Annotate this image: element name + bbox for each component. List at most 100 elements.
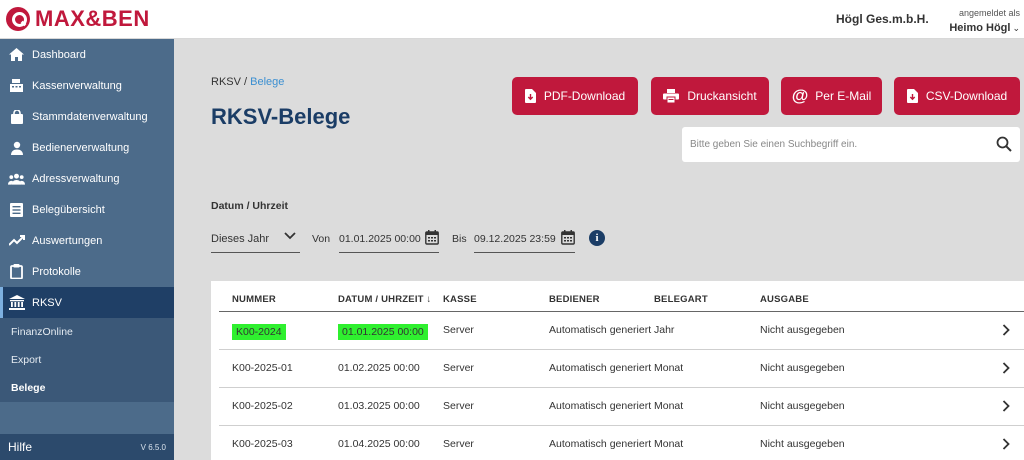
- active-indicator: [0, 287, 3, 318]
- chevron-right-icon[interactable]: [1002, 362, 1010, 374]
- cell-datum: 01.03.2025 00:00: [338, 400, 420, 412]
- date-filter-label: Datum / Uhrzeit: [211, 200, 289, 212]
- from-date-field[interactable]: 01.01.2025 00:00: [339, 228, 439, 253]
- home-icon: [8, 48, 25, 62]
- cell-kasse: Server: [443, 324, 474, 336]
- calendar-icon[interactable]: [425, 230, 439, 245]
- cell-ausgabe: Nicht ausgegeben: [760, 362, 845, 374]
- chevron-right-icon[interactable]: [1002, 324, 1010, 336]
- clipboard-icon: [8, 264, 25, 279]
- search-icon[interactable]: [996, 136, 1012, 152]
- logo-icon: [6, 7, 30, 31]
- logo[interactable]: MAX&BEN: [6, 6, 150, 32]
- info-icon[interactable]: i: [589, 230, 605, 246]
- to-date-value: 09.12.2025 23:59: [474, 233, 556, 245]
- table-row[interactable]: K00-2025-02 01.03.2025 00:00 Server Auto…: [219, 388, 1024, 426]
- company-name: Högl Ges.m.b.H.: [836, 12, 929, 26]
- cell-belegart: Jahr: [654, 324, 675, 336]
- cell-nummer: K00-2025-03: [232, 438, 293, 450]
- pdf-download-button[interactable]: PDF-Download: [512, 77, 638, 115]
- from-date-value: 01.01.2025 00:00: [339, 233, 421, 245]
- subnav-item-finanzonline[interactable]: FinanzOnline: [11, 326, 73, 338]
- cell-belegart: Monat: [654, 400, 684, 412]
- sidebar-item-label: RKSV: [32, 296, 62, 309]
- breadcrumb: RKSV / Belege: [211, 76, 284, 88]
- search-input[interactable]: [690, 127, 990, 162]
- sidebar-item-beleguebersicht[interactable]: Belegübersicht: [0, 194, 174, 225]
- sidebar-item-dashboard[interactable]: Dashboard: [0, 39, 174, 70]
- csv-download-button[interactable]: CSV-Download: [894, 77, 1020, 115]
- subnav-item-export[interactable]: Export: [11, 354, 41, 366]
- cell-datum: 01.04.2025 00:00: [338, 438, 420, 450]
- sidebar-item-label: Stammdatenverwaltung: [32, 110, 148, 123]
- breadcrumb-rksv[interactable]: RKSV: [211, 76, 241, 88]
- subnav-item-belege[interactable]: Belege: [11, 382, 45, 394]
- email-label: Per E-Mail: [815, 89, 872, 103]
- trend-icon: [8, 234, 25, 248]
- sidebar-item-kassenverwaltung[interactable]: Kassenverwaltung: [0, 70, 174, 101]
- from-label: Von: [312, 233, 331, 245]
- column-header-datum[interactable]: DATUM / UHRZEIT ↓: [338, 294, 431, 305]
- sidebar-item-stammdatenverwaltung[interactable]: Stammdatenverwaltung: [0, 101, 174, 132]
- file-download-icon: [906, 89, 918, 103]
- at-icon: @: [791, 86, 809, 105]
- logo-text: MAX&BEN: [35, 6, 150, 31]
- cell-kasse: Server: [443, 362, 474, 374]
- cell-bediener: Automatisch generiert: [549, 438, 652, 450]
- cell-nummer: K00-2025-02: [232, 400, 293, 412]
- to-date-field[interactable]: 09.12.2025 23:59: [474, 228, 575, 253]
- user-menu[interactable]: angemeldet als Heimo Högl ⌄: [949, 8, 1020, 36]
- sidebar-item-auswertungen[interactable]: Auswertungen: [0, 225, 174, 256]
- chevron-right-icon[interactable]: [1002, 400, 1010, 412]
- csv-download-label: CSV-Download: [925, 89, 1008, 103]
- sidebar-item-label: Auswertungen: [32, 234, 103, 247]
- cell-ausgabe: Nicht ausgegeben: [760, 438, 845, 450]
- table-row[interactable]: K00-2025-03 01.04.2025 00:00 Server Auto…: [219, 426, 1024, 460]
- table-row[interactable]: K00-2025-01 01.02.2025 00:00 Server Auto…: [219, 350, 1024, 388]
- column-header-ausgabe[interactable]: AUSGABE: [760, 294, 809, 305]
- sidebar-item-label: Dashboard: [32, 48, 86, 61]
- user-name: Heimo Högl ⌄: [949, 22, 1020, 34]
- email-button[interactable]: @ Per E-Mail: [781, 77, 882, 115]
- cell-bediener: Automatisch generiert: [549, 400, 652, 412]
- period-select-value: Dieses Jahr: [211, 233, 270, 245]
- sidebar-item-label: Protokolle: [32, 265, 81, 278]
- chevron-right-icon[interactable]: [1002, 438, 1010, 450]
- column-header-kasse[interactable]: KASSE: [443, 294, 477, 305]
- sidebar-item-label: Adressverwaltung: [32, 172, 120, 185]
- cell-ausgabe: Nicht ausgegeben: [760, 324, 845, 336]
- file-download-icon: [524, 89, 536, 103]
- cell-datum: 01.02.2025 00:00: [338, 362, 420, 374]
- period-select[interactable]: Dieses Jahr: [211, 228, 300, 253]
- column-header-bediener[interactable]: BEDIENER: [549, 294, 600, 305]
- printer-icon: [663, 89, 680, 103]
- version-label: V 6.5.0: [140, 443, 166, 452]
- group-icon: [8, 172, 25, 186]
- sidebar-item-adressverwaltung[interactable]: Adressverwaltung: [0, 163, 174, 194]
- print-preview-button[interactable]: Druckansicht: [651, 77, 769, 115]
- cell-bediener: Automatisch generiert: [549, 324, 652, 336]
- breadcrumb-separator: /: [240, 76, 251, 88]
- chevron-down-icon: ⌄: [1012, 23, 1020, 33]
- calendar-icon[interactable]: [561, 230, 575, 245]
- sidebar-item-rksv[interactable]: RKSV: [0, 287, 174, 318]
- user-icon: [8, 141, 25, 155]
- pdf-download-label: PDF-Download: [543, 89, 626, 103]
- table-row[interactable]: K00-2024 01.01.2025 00:00 Server Automat…: [219, 312, 1024, 350]
- cell-bediener: Automatisch generiert: [549, 362, 652, 374]
- breadcrumb-current[interactable]: Belege: [250, 76, 284, 88]
- sidebar-item-protokolle[interactable]: Protokolle: [0, 256, 174, 287]
- sidebar-item-label: Kassenverwaltung: [32, 79, 122, 92]
- cell-belegart: Monat: [654, 438, 684, 450]
- sidebar-item-bedienerverwaltung[interactable]: Bedienerverwaltung: [0, 132, 174, 163]
- print-preview-label: Druckansicht: [687, 89, 757, 103]
- column-header-belegart[interactable]: BELEGART: [654, 294, 708, 305]
- help-link[interactable]: Hilfe: [8, 440, 32, 454]
- column-header-nummer[interactable]: NUMMER: [232, 294, 276, 305]
- document-icon: [8, 202, 25, 217]
- cell-nummer: K00-2024: [232, 324, 286, 340]
- sidebar-footer: Hilfe V 6.5.0: [0, 434, 174, 460]
- register-icon: [8, 79, 25, 93]
- user-label: angemeldet als: [958, 8, 1020, 18]
- top-header: MAX&BEN Högl Ges.m.b.H. angemeldet als H…: [0, 0, 1024, 39]
